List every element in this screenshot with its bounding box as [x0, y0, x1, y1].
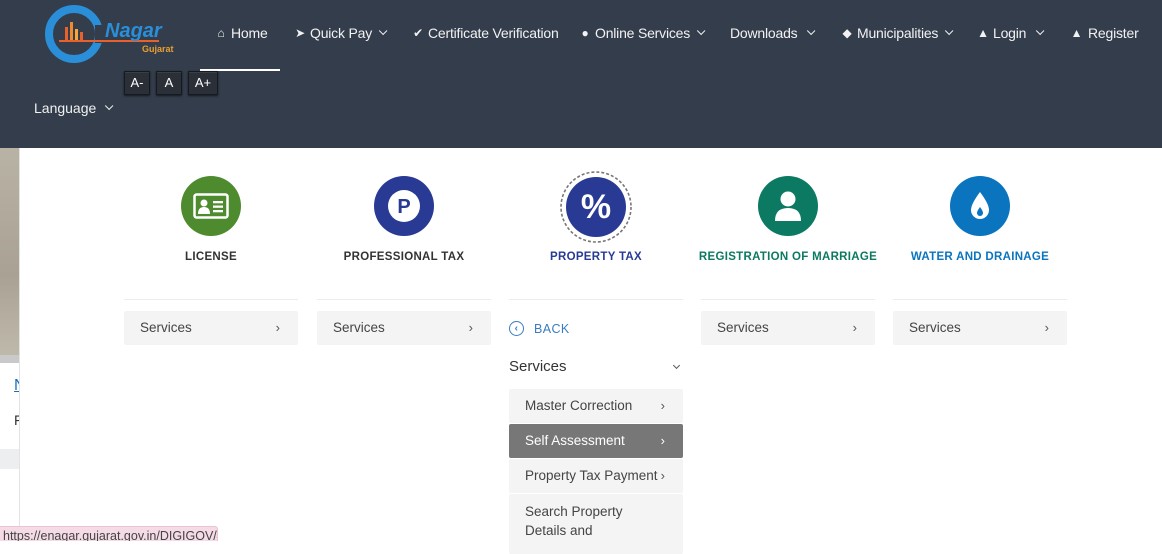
menu-item-search-property-details[interactable]: Search Property Details and — [509, 494, 683, 554]
user-plus-icon: ▲ — [1070, 26, 1083, 40]
chevron-down-icon — [105, 101, 114, 111]
font-reset-button[interactable]: A — [156, 71, 182, 95]
font-decrease-button[interactable]: A- — [124, 71, 150, 95]
home-icon: ⌂ — [217, 26, 225, 40]
nav-online-services-label: Online Services — [595, 25, 691, 41]
svg-text:Gujarat: Gujarat — [142, 44, 174, 54]
tag-icon: ◆ — [842, 26, 852, 40]
nav-certificate-verification[interactable]: ✔ Certificate Verification — [412, 22, 559, 44]
service-title[interactable]: LICENSE — [104, 251, 318, 263]
license-card-icon[interactable] — [181, 176, 241, 236]
nav-quick-pay[interactable]: ➤ Quick Pay — [294, 22, 388, 44]
registration-of-marriage-services-button[interactable]: Services › — [701, 311, 875, 345]
background-banner-image — [0, 148, 19, 360]
property-tax-percent-icon[interactable]: % — [559, 170, 633, 244]
water-and-drainage-services-button[interactable]: Services › — [893, 311, 1067, 345]
nav-home-label: Home — [231, 25, 268, 41]
menu-item-master-correction[interactable]: Master Correction › — [509, 389, 683, 423]
service-title[interactable]: PROFESSIONAL TAX — [297, 251, 511, 263]
nav-online-services[interactable]: ● Online Services — [579, 22, 706, 44]
divider — [317, 299, 491, 300]
chevron-down-icon — [672, 361, 681, 370]
font-increase-button[interactable]: A+ — [188, 71, 218, 95]
services-label: Services — [140, 320, 192, 335]
divider — [509, 299, 683, 300]
nav-quick-pay-label: Quick Pay — [310, 25, 372, 41]
svg-text:%: % — [581, 188, 611, 226]
divider — [893, 299, 1067, 300]
menu-item-label: Search Property Details and — [525, 504, 623, 538]
professional-tax-services-button[interactable]: Services › — [317, 311, 491, 345]
menu-item-label: Self Assessment — [525, 433, 625, 448]
nav-login[interactable]: ▲ Login — [977, 22, 1045, 44]
divider — [124, 299, 298, 300]
globe-icon: ● — [581, 26, 589, 40]
nav-register[interactable]: ▲ Register — [1069, 22, 1139, 44]
nav-downloads[interactable]: Downloads — [730, 22, 816, 44]
person-icon[interactable] — [758, 176, 818, 236]
chevron-right-icon: › — [275, 320, 280, 335]
user-icon: ▲ — [977, 26, 989, 40]
check-icon: ✔ — [413, 26, 423, 40]
chevron-right-icon: › — [660, 398, 665, 413]
services-label: Services — [717, 320, 769, 335]
svg-text:Nagar: Nagar — [105, 20, 163, 42]
nav-municipalities-label: Municipalities — [857, 25, 939, 41]
nav-municipalities[interactable]: ◆ Municipalities — [841, 22, 954, 44]
font-size-controls: A- A A+ — [124, 71, 218, 95]
services-heading: Services — [509, 358, 567, 375]
menu-item-property-tax-payment[interactable]: Property Tax Payment › — [509, 459, 683, 493]
enagar-logo[interactable]: Nagar Gujarat — [45, 5, 180, 63]
nav-login-label: Login — [993, 25, 1027, 41]
service-title[interactable]: WATER AND DRAINAGE — [873, 251, 1087, 263]
services-label: Services — [909, 320, 961, 335]
back-button[interactable]: ‹ BACK — [509, 321, 570, 336]
chevron-down-icon — [1036, 26, 1045, 36]
nav-register-label: Register — [1088, 25, 1139, 41]
license-services-button[interactable]: Services › — [124, 311, 298, 345]
chevron-down-icon — [945, 26, 954, 36]
menu-item-label: Master Correction — [525, 398, 633, 413]
services-accordion-header[interactable]: Services — [509, 358, 683, 375]
language-label: Language — [34, 100, 97, 116]
chevron-right-icon: › — [1044, 320, 1049, 335]
background-bar — [0, 449, 19, 469]
back-label: BACK — [534, 321, 570, 336]
nav-home[interactable]: ⌂ Home — [215, 22, 268, 44]
background-banner-edge — [0, 355, 19, 363]
site-header: Nagar Gujarat ⌂ Home ➤ Quick Pay ✔ Certi… — [0, 0, 1162, 148]
chevron-right-icon: › — [660, 468, 665, 483]
chevron-down-icon — [807, 26, 816, 36]
chevron-left-circle-icon: ‹ — [509, 321, 524, 336]
browser-status-bar-url: https://enagar.gujarat.gov.in/DIGIGOV/# — [0, 526, 218, 541]
chevron-right-icon: › — [660, 433, 665, 448]
service-title[interactable]: PROPERTY TAX — [489, 251, 703, 263]
nav-certificate-verification-label: Certificate Verification — [428, 25, 559, 41]
svg-text:P: P — [397, 196, 410, 218]
chevron-right-icon: › — [468, 320, 473, 335]
professional-tax-p-icon[interactable]: P — [374, 176, 434, 236]
chevron-right-icon: › — [852, 320, 857, 335]
menu-item-self-assessment[interactable]: Self Assessment › — [509, 424, 683, 458]
service-title[interactable]: REGISTRATION OF MARRIAGE — [681, 251, 895, 263]
nav-downloads-label: Downloads — [730, 25, 798, 41]
chevron-down-icon — [378, 26, 388, 36]
language-dropdown[interactable]: Language — [34, 100, 114, 116]
water-drop-icon[interactable] — [950, 176, 1010, 236]
rocket-icon: ➤ — [295, 26, 305, 40]
services-label: Services — [333, 320, 385, 335]
menu-item-label: Property Tax Payment — [525, 468, 658, 483]
chevron-down-icon — [696, 26, 706, 36]
divider — [701, 299, 875, 300]
